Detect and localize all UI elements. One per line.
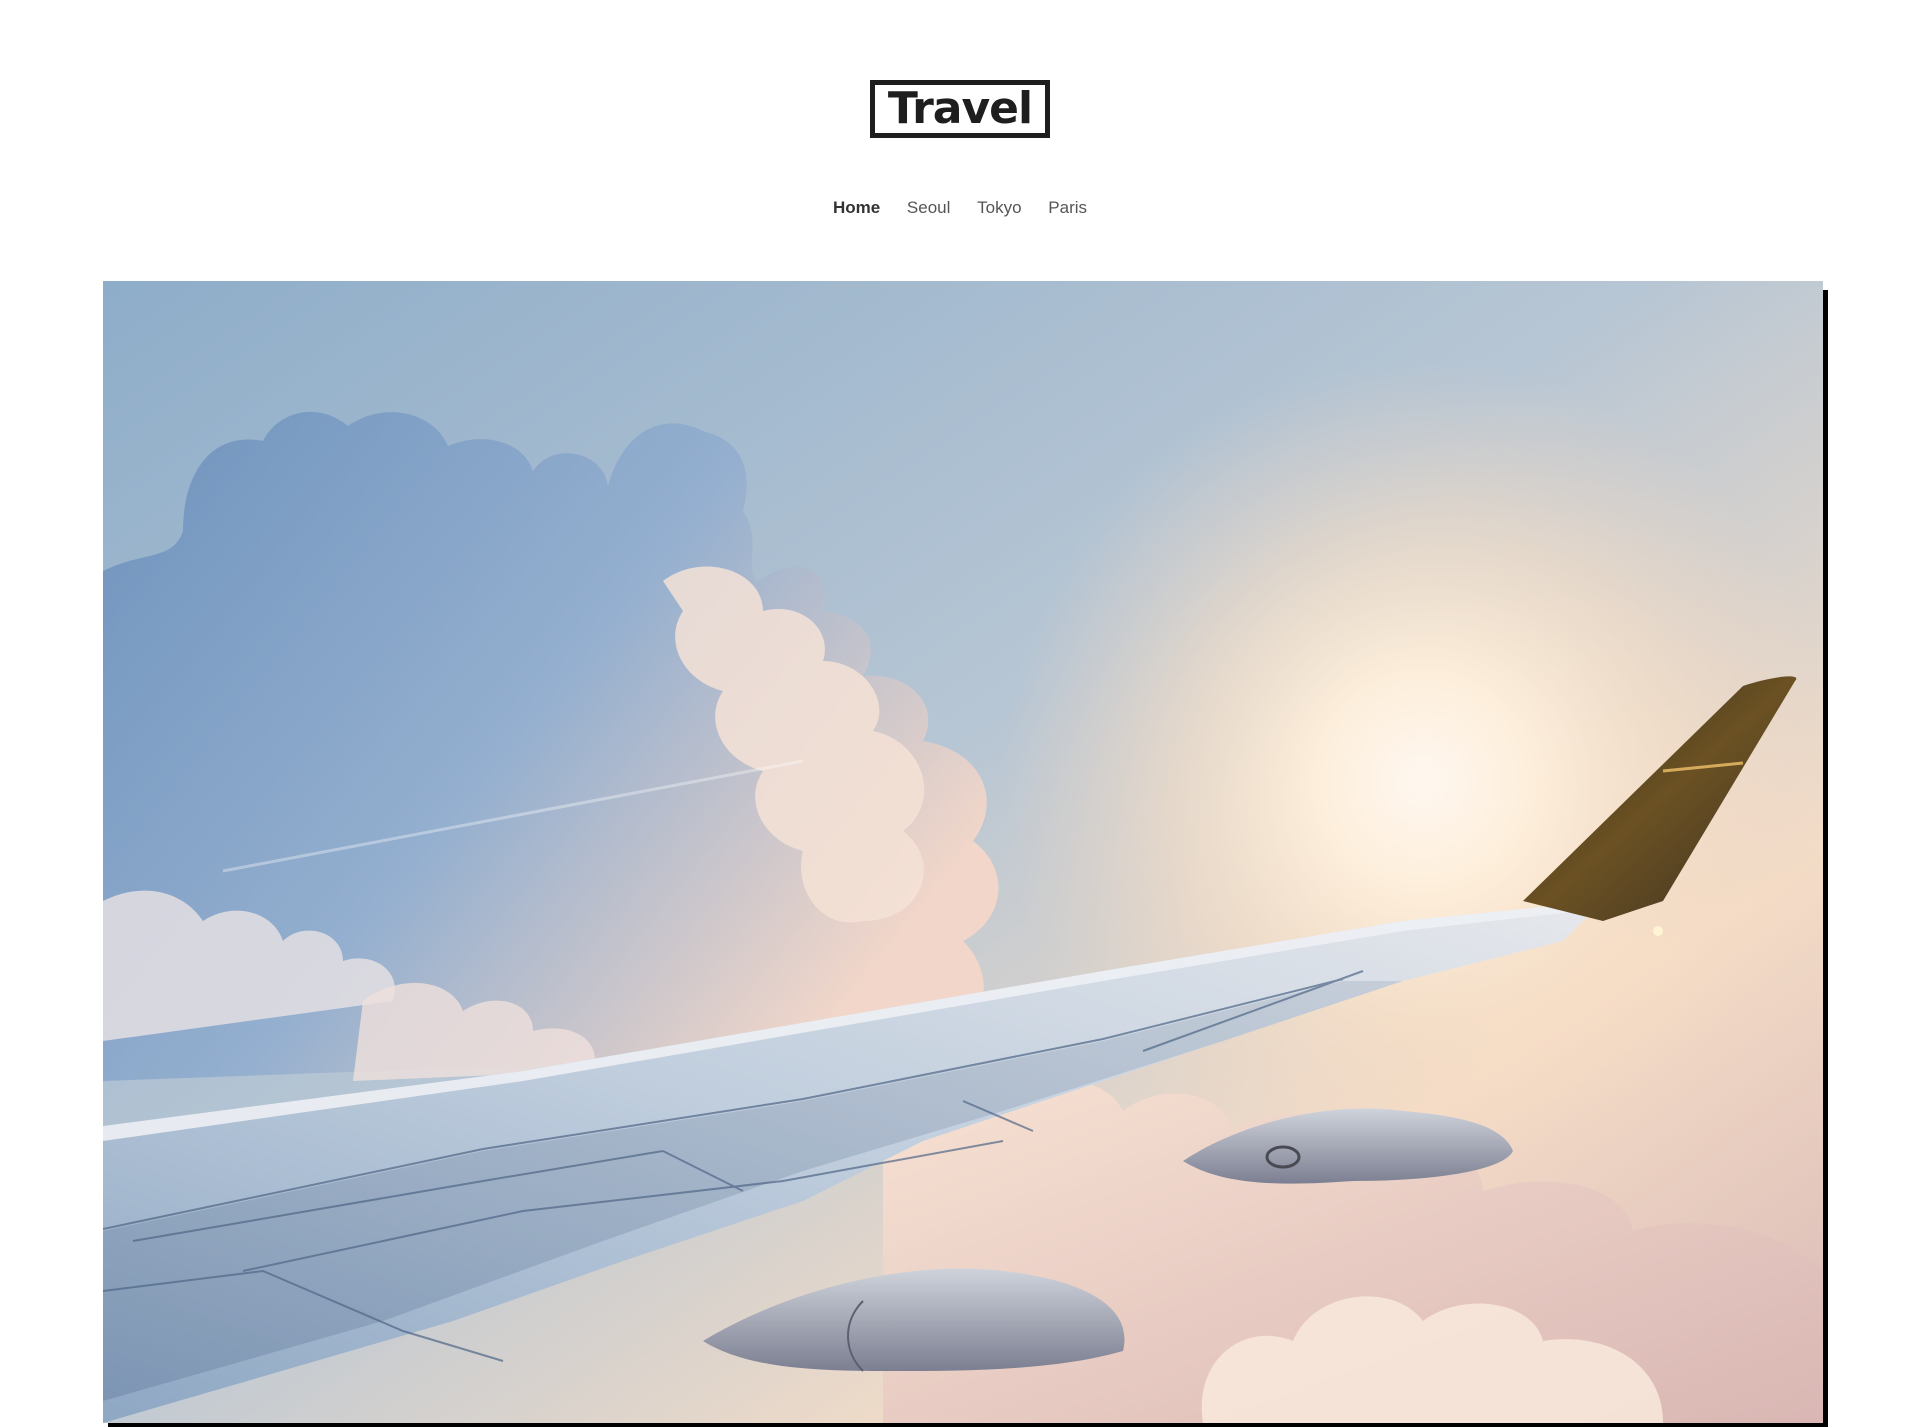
nav-item-home[interactable]: Home [833, 198, 880, 218]
nav-item-tokyo[interactable]: Tokyo [977, 198, 1021, 218]
nav-item-paris[interactable]: Paris [1048, 198, 1087, 218]
nav-item-seoul[interactable]: Seoul [907, 198, 950, 218]
site-logo[interactable]: Travel [869, 80, 1051, 138]
logo-container: Travel [0, 80, 1920, 138]
hero-illustration [103, 281, 1823, 1423]
main-nav: Home Seoul Tokyo Paris [0, 198, 1920, 218]
page: Travel Home Seoul Tokyo Paris [0, 0, 1920, 1427]
hero-image [103, 281, 1823, 1423]
